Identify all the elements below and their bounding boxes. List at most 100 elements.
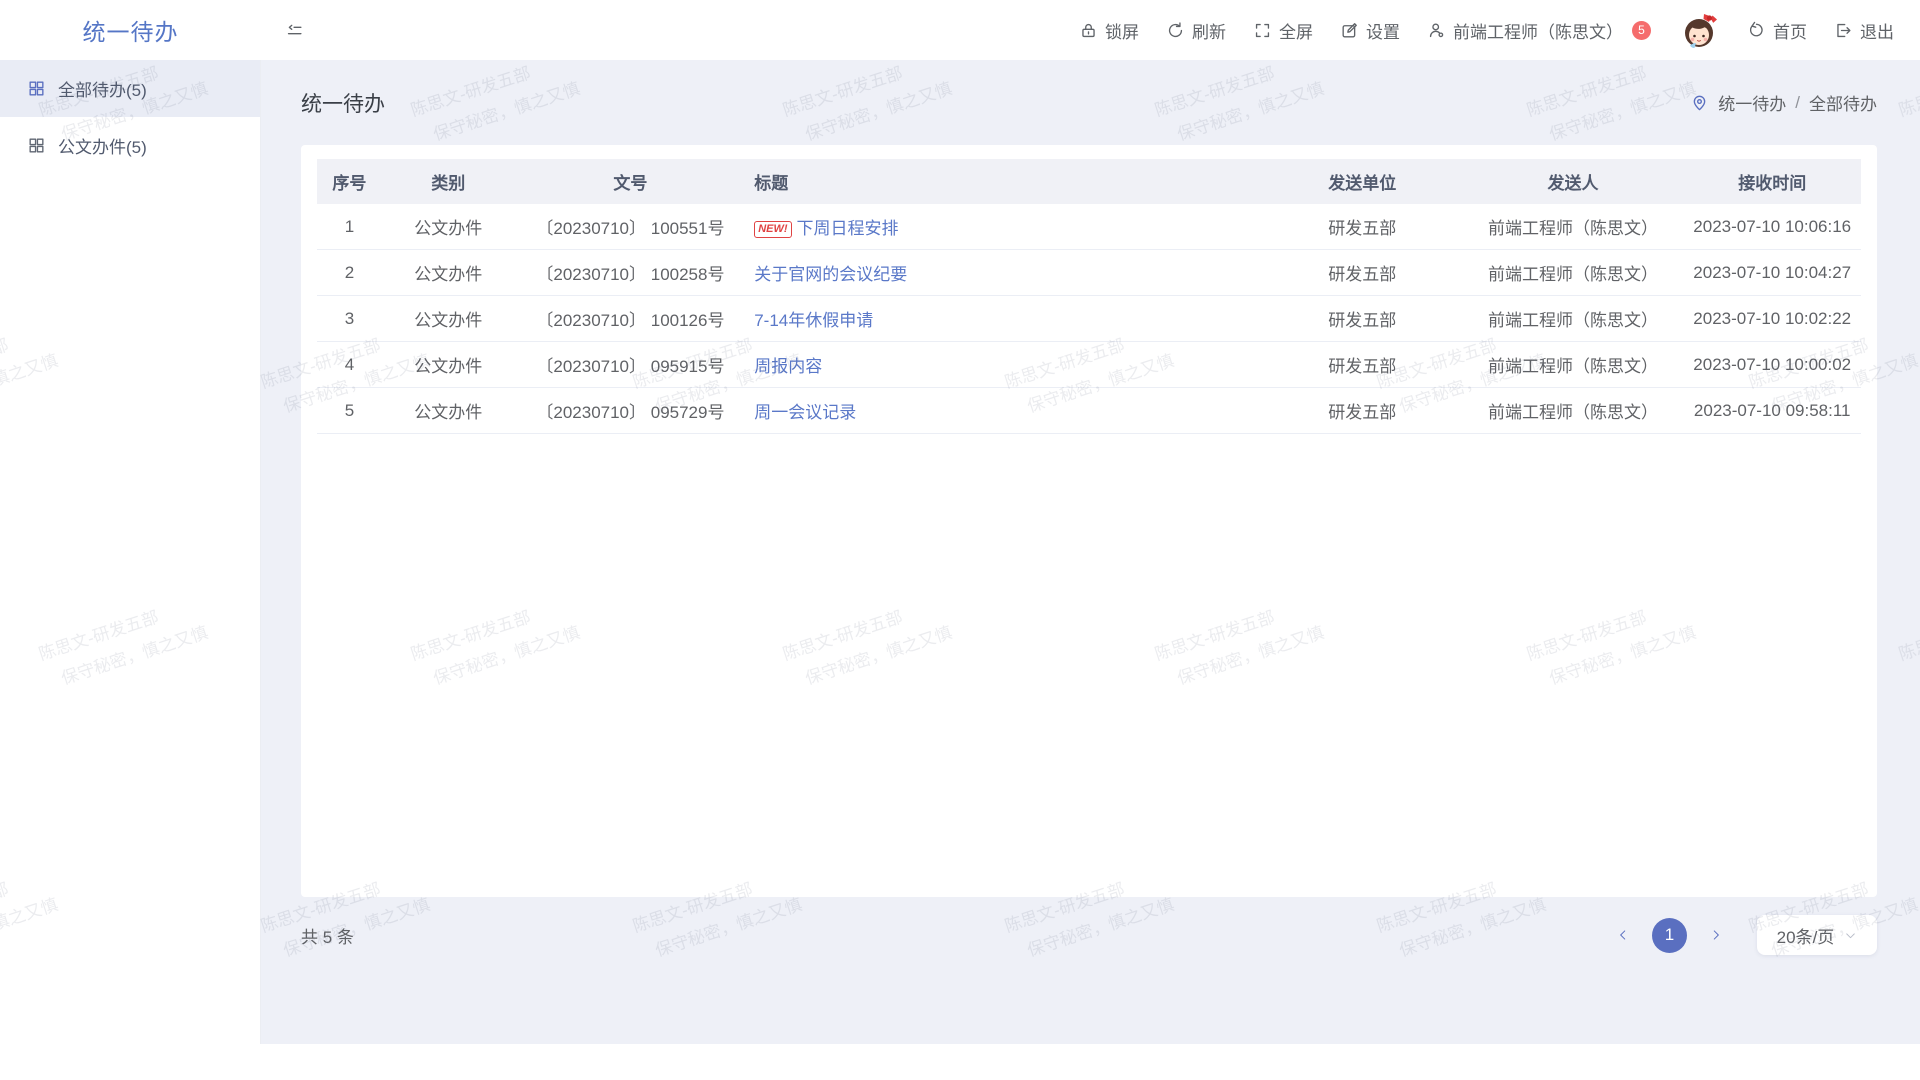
todo-count-badge: 5: [1632, 21, 1651, 40]
lock-screen-button[interactable]: 锁屏: [1079, 18, 1139, 43]
sidebar-item-label: 公文办件(5): [58, 133, 147, 158]
col-doc-no: 文号: [515, 159, 747, 204]
cell-doc-no: 〔20230710〕 095729号: [515, 388, 747, 434]
sidebar-collapse-button[interactable]: [285, 21, 304, 40]
user-icon: [1427, 21, 1446, 40]
pager: 1 20条/页: [1608, 915, 1877, 955]
header-actions: 锁屏 刷新 全屏 设置: [1079, 9, 1920, 51]
refresh-label: 刷新: [1192, 18, 1226, 43]
table-row: 1 公文办件 〔20230710〕 100551号 NEW!下周日程安排 研发五…: [317, 204, 1861, 250]
doc-title-link[interactable]: 7-14年休假申请: [754, 311, 873, 330]
breadcrumb-separator: /: [1795, 93, 1800, 113]
new-badge: NEW!: [754, 221, 791, 238]
cell-seq: 1: [317, 204, 382, 250]
bottom-strip: [0, 1044, 1920, 1062]
todo-table: 序号 类别 文号 标题 发送单位 发送人 接收时间 1 公文办件: [317, 159, 1861, 434]
col-category: 类别: [382, 159, 515, 204]
logout-button[interactable]: 退出: [1834, 18, 1894, 43]
cell-title: 周报内容: [746, 342, 1262, 388]
cell-seq: 2: [317, 250, 382, 296]
col-title: 标题: [746, 159, 1262, 204]
home-label: 首页: [1773, 18, 1807, 43]
sidebar-item-official-docs[interactable]: 公文办件(5): [0, 117, 260, 174]
cell-category: 公文办件: [382, 342, 515, 388]
back-home-icon: [1747, 21, 1766, 40]
col-seq: 序号: [317, 159, 382, 204]
doc-title-link[interactable]: 关于官网的会议纪要: [754, 265, 907, 284]
col-unit: 发送单位: [1262, 159, 1463, 204]
doc-title-link[interactable]: 周一会议记录: [754, 403, 856, 422]
cell-sender: 前端工程师（陈思文）: [1463, 388, 1684, 434]
page-number-button[interactable]: 1: [1652, 918, 1687, 953]
pagination-bar: 共 5 条 1 20条/页: [301, 915, 1877, 955]
cell-time: 2023-07-10 10:00:02: [1683, 342, 1861, 388]
fullscreen-icon: [1253, 21, 1272, 40]
cell-time: 2023-07-10 10:02:22: [1683, 296, 1861, 342]
table-row: 5 公文办件 〔20230710〕 095729号 周一会议记录 研发五部 前端…: [317, 388, 1861, 434]
app-body: 全部待办(5) 公文办件(5) 统一待办 统一待办 / 全部待办: [0, 60, 1920, 1044]
table-row: 4 公文办件 〔20230710〕 095915号 周报内容 研发五部 前端工程…: [317, 342, 1861, 388]
breadcrumb: 统一待办 / 全部待办: [1690, 90, 1877, 115]
cell-category: 公文办件: [382, 250, 515, 296]
page-title: 统一待办: [301, 88, 385, 118]
col-sender: 发送人: [1463, 159, 1684, 204]
settings-label: 设置: [1366, 18, 1400, 43]
cell-title: 关于官网的会议纪要: [746, 250, 1262, 296]
page-header: 统一待办 统一待办 / 全部待办: [301, 60, 1877, 145]
fullscreen-button[interactable]: 全屏: [1253, 18, 1313, 43]
cell-seq: 4: [317, 342, 382, 388]
cell-category: 公文办件: [382, 296, 515, 342]
table-row: 3 公文办件 〔20230710〕 100126号 7-14年休假申请 研发五部…: [317, 296, 1861, 342]
sidebar-item-label: 全部待办(5): [58, 76, 147, 101]
breadcrumb-root[interactable]: 统一待办: [1718, 90, 1786, 115]
fullscreen-label: 全屏: [1279, 18, 1313, 43]
table-header-row: 序号 类别 文号 标题 发送单位 发送人 接收时间: [317, 159, 1861, 204]
cell-time: 2023-07-10 09:58:11: [1683, 388, 1861, 434]
refresh-button[interactable]: 刷新: [1166, 18, 1226, 43]
cell-time: 2023-07-10 10:06:16: [1683, 204, 1861, 250]
app-root: 统一待办 锁屏 刷新 全屏: [0, 0, 1920, 1062]
page-size-value: 20条/页: [1777, 923, 1835, 948]
chevron-down-icon: [1844, 929, 1857, 942]
cell-title: NEW! 下周日程安排: [746, 204, 1262, 250]
chevron-left-icon: [1616, 928, 1630, 942]
cell-unit: 研发五部: [1262, 342, 1463, 388]
logout-label: 退出: [1860, 18, 1894, 43]
user-name-label: 前端工程师（陈思文）: [1453, 18, 1623, 43]
cell-seq: 5: [317, 388, 382, 434]
cell-doc-no: 〔20230710〕 095915号: [515, 342, 747, 388]
cell-doc-no: 〔20230710〕 100258号: [515, 250, 747, 296]
chevron-right-icon: [1709, 928, 1723, 942]
cell-time: 2023-07-10 10:04:27: [1683, 250, 1861, 296]
doc-title-link[interactable]: 周报内容: [754, 357, 822, 376]
cell-doc-no: 〔20230710〕 100126号: [515, 296, 747, 342]
main-content: 统一待办 统一待办 / 全部待办: [261, 60, 1920, 1044]
app-logo: 统一待办: [0, 13, 261, 47]
logout-icon: [1834, 21, 1853, 40]
next-page-button[interactable]: [1701, 920, 1731, 950]
prev-page-button[interactable]: [1608, 920, 1638, 950]
cell-unit: 研发五部: [1262, 296, 1463, 342]
grid-icon: [27, 79, 46, 98]
top-bar: 统一待办 锁屏 刷新 全屏: [0, 0, 1920, 60]
breadcrumb-current: 全部待办: [1809, 90, 1877, 115]
cell-unit: 研发五部: [1262, 388, 1463, 434]
doc-title-link[interactable]: 下周日程安排: [797, 219, 899, 238]
grid-icon: [27, 136, 46, 155]
cell-title: 7-14年休假申请: [746, 296, 1262, 342]
user-menu[interactable]: 前端工程师（陈思文） 5: [1427, 18, 1651, 43]
sidebar-item-all-todo[interactable]: 全部待办(5): [0, 60, 260, 117]
cell-sender: 前端工程师（陈思文）: [1463, 250, 1684, 296]
cell-sender: 前端工程师（陈思文）: [1463, 204, 1684, 250]
settings-button[interactable]: 设置: [1340, 18, 1400, 43]
lock-icon: [1079, 21, 1098, 40]
cell-sender: 前端工程师（陈思文）: [1463, 342, 1684, 388]
page-size-select[interactable]: 20条/页: [1757, 915, 1877, 955]
cell-doc-no: 〔20230710〕 100551号: [515, 204, 747, 250]
cell-seq: 3: [317, 296, 382, 342]
refresh-icon: [1166, 21, 1185, 40]
menu-fold-icon: [285, 21, 304, 40]
home-button[interactable]: 首页: [1747, 18, 1807, 43]
location-pin-icon: [1690, 93, 1709, 112]
avatar[interactable]: [1678, 9, 1720, 51]
